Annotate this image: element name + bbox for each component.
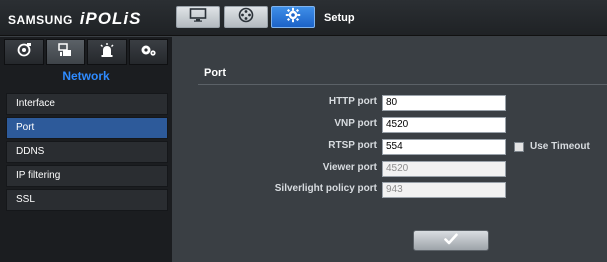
playback-button[interactable] — [224, 6, 268, 28]
sidebar-menu: Interface Port DDNS IP filtering SSL — [6, 93, 168, 213]
viewer-port-input: 4520 — [382, 161, 506, 177]
sidebar-item-ddns[interactable]: DDNS — [6, 141, 168, 163]
viewer-port-row: Viewer port 4520 — [176, 161, 607, 177]
system-gears-icon — [139, 42, 157, 63]
sidebar-item-ssl[interactable]: SSL — [6, 189, 168, 211]
rtsp-port-row: RTSP port 554 Use Timeout — [176, 139, 607, 155]
divider — [198, 84, 607, 85]
film-reel-icon — [238, 7, 254, 28]
silverlight-port-label: Silverlight policy port — [274, 183, 377, 194]
camera-lens-icon — [16, 42, 32, 63]
use-timeout-option: Use Timeout — [514, 141, 590, 152]
use-timeout-label: Use Timeout — [530, 141, 590, 152]
vnp-port-label: VNP port — [334, 118, 377, 129]
viewer-port-label: Viewer port — [322, 162, 377, 173]
brand-samsung: SAMSUNG — [8, 13, 73, 27]
http-port-label: HTTP port — [328, 96, 377, 107]
tab-video[interactable] — [4, 39, 44, 65]
section-title: Network — [62, 69, 110, 83]
silverlight-port-row: Silverlight policy port 943 — [176, 182, 607, 198]
sidebar: Network Interface Port DDNS IP filtering… — [0, 37, 172, 262]
http-port-input[interactable]: 80 — [382, 95, 506, 111]
live-view-button[interactable] — [176, 6, 220, 28]
rtsp-port-label: RTSP port — [328, 140, 377, 151]
gear-icon — [285, 7, 301, 28]
page-title: Setup — [324, 12, 355, 24]
main-panel: Port HTTP port 80 VNP port 4520 RTSP por… — [176, 37, 607, 262]
rtsp-port-input[interactable]: 554 — [382, 139, 506, 155]
alarm-icon — [99, 42, 115, 63]
checkmark-icon — [444, 232, 458, 250]
monitor-icon — [189, 7, 207, 27]
silverlight-port-input: 943 — [382, 182, 506, 198]
vnp-port-input[interactable]: 4520 — [382, 117, 506, 133]
sidebar-item-port[interactable]: Port — [6, 117, 168, 139]
apply-button[interactable] — [413, 230, 489, 251]
brand-logo: SAMSUNG iPOLiS — [8, 9, 141, 29]
network-icon — [57, 42, 73, 63]
sidebar-tabs — [4, 39, 168, 65]
http-port-row: HTTP port 80 — [176, 95, 607, 111]
tab-event[interactable] — [87, 39, 127, 65]
use-timeout-checkbox[interactable] — [514, 141, 524, 152]
brand-ipolis: iPOLiS — [79, 9, 142, 28]
sidebar-item-interface[interactable]: Interface — [6, 93, 168, 115]
vnp-port-row: VNP port 4520 — [176, 117, 607, 133]
section-heading: Port — [204, 67, 226, 79]
tab-network[interactable] — [45, 39, 85, 65]
setup-button[interactable] — [271, 6, 315, 28]
sidebar-item-ip-filtering[interactable]: IP filtering — [6, 165, 168, 187]
tab-system[interactable] — [128, 39, 168, 65]
top-bar: SAMSUNG iPOLiS Setup — [0, 0, 607, 36]
